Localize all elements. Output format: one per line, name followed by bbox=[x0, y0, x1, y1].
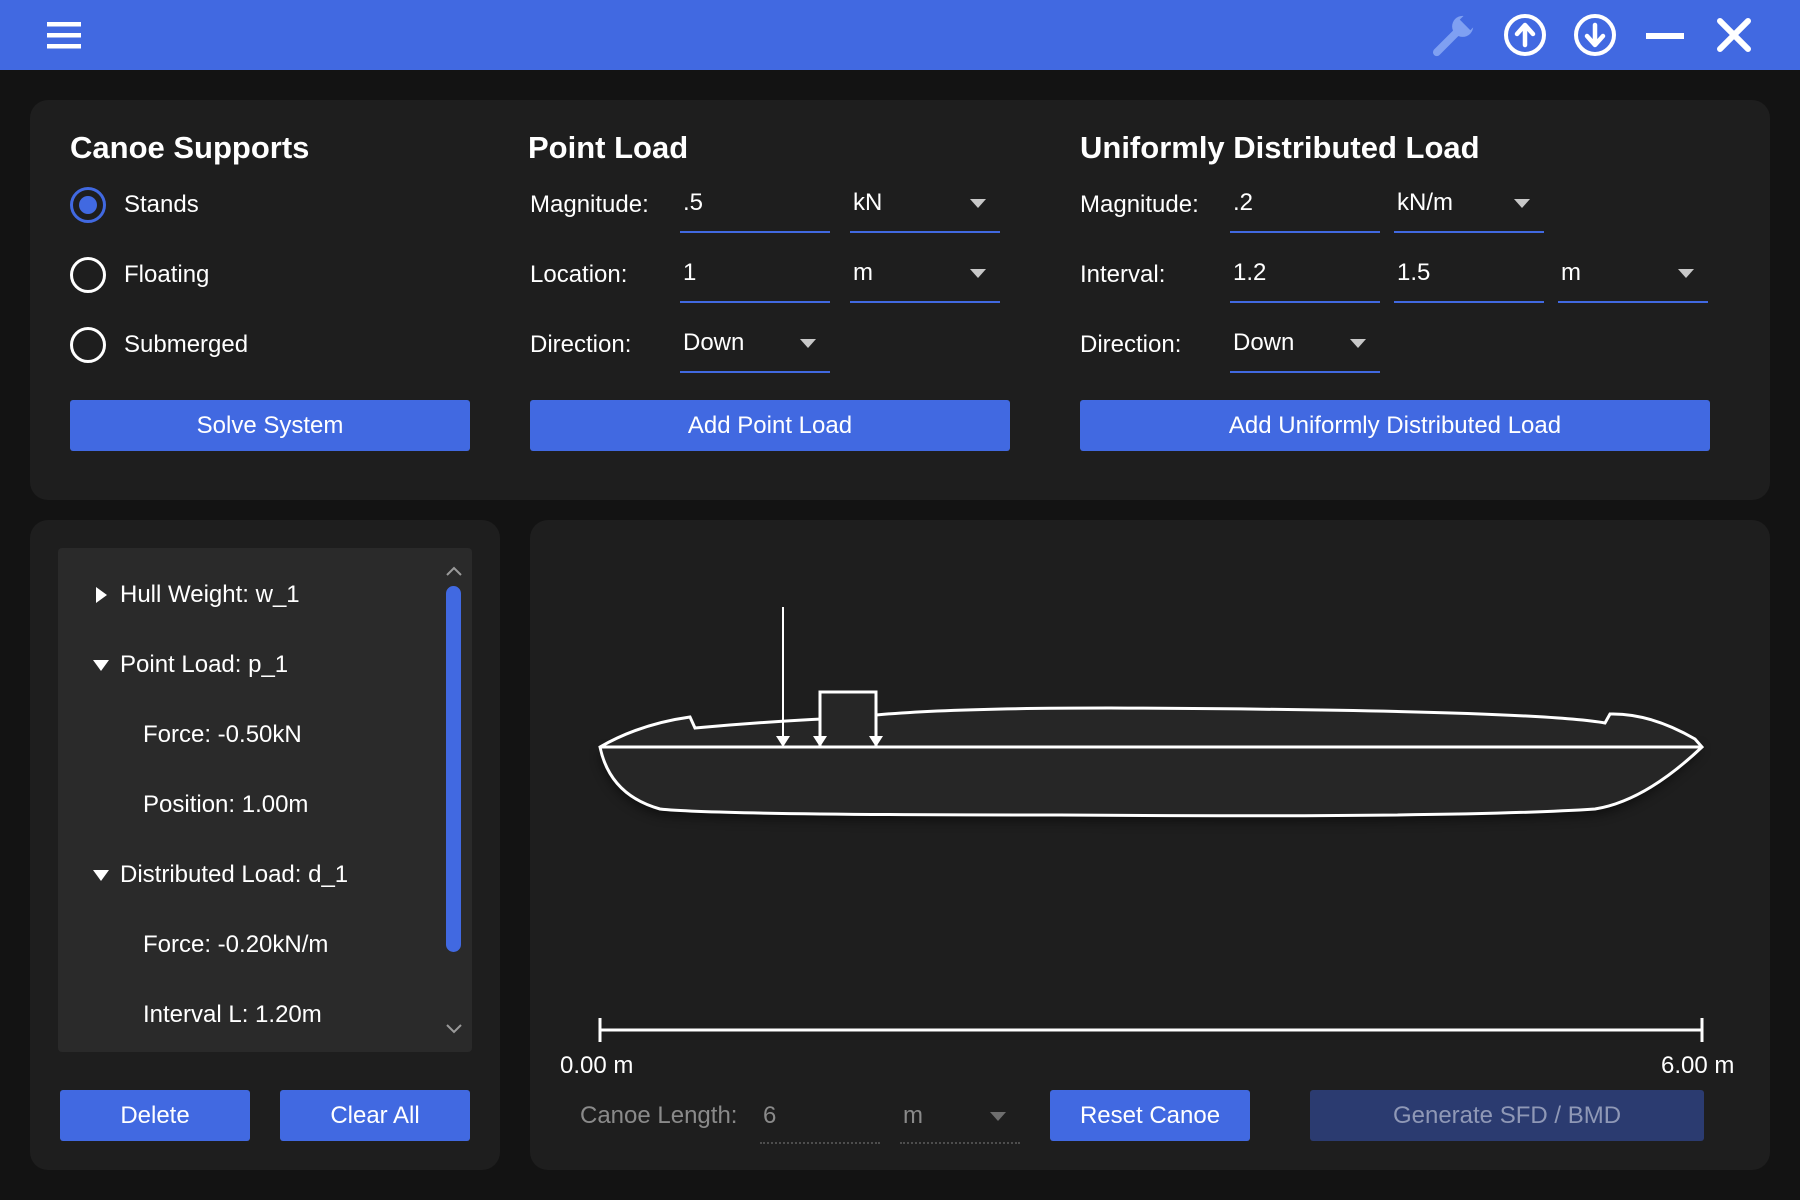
point-location-input[interactable]: 1 bbox=[680, 249, 830, 303]
canoe-length-label: Canoe Length: bbox=[580, 1102, 738, 1129]
chevron-down-icon bbox=[1514, 199, 1530, 208]
expand-arrow-icon[interactable] bbox=[96, 587, 107, 603]
add-point-load-button[interactable]: Add Point Load bbox=[530, 400, 1010, 451]
title-bar bbox=[0, 0, 1800, 70]
upload-icon[interactable] bbox=[1502, 12, 1548, 58]
chevron-down-icon bbox=[1350, 339, 1366, 348]
stands-radio[interactable] bbox=[70, 187, 106, 223]
collapse-arrow-icon[interactable] bbox=[93, 660, 109, 671]
point-magnitude-input[interactable]: .5 bbox=[680, 179, 830, 233]
clear-all-button[interactable]: Clear All bbox=[280, 1090, 470, 1141]
tree-item-point-load[interactable]: Point Load: p_1 bbox=[120, 651, 288, 679]
scrollbar-thumb[interactable] bbox=[446, 586, 461, 952]
point-load-title: Point Load bbox=[528, 130, 689, 165]
udl-direction-select[interactable]: Down bbox=[1230, 319, 1380, 373]
chevron-down-icon bbox=[1678, 269, 1694, 278]
tree-item-udl-force[interactable]: Force: -0.20kN/m bbox=[143, 931, 328, 959]
collapse-arrow-icon[interactable] bbox=[93, 870, 109, 881]
udl-magnitude-input[interactable]: .2 bbox=[1230, 179, 1380, 233]
generate-sfd-bmd-button: Generate SFD / BMD bbox=[1310, 1090, 1704, 1141]
canoe-hull bbox=[598, 706, 1705, 818]
scale-start-label: 0.00 m bbox=[560, 1052, 634, 1079]
chevron-down-icon bbox=[990, 1112, 1006, 1121]
tree-item-point-force[interactable]: Force: -0.50kN bbox=[143, 721, 302, 749]
canoe-diagram bbox=[598, 607, 1705, 1042]
chevron-down-icon bbox=[800, 339, 816, 348]
download-icon[interactable] bbox=[1572, 12, 1618, 58]
add-udl-button[interactable]: Add Uniformly Distributed Load bbox=[1080, 400, 1710, 451]
wrench-icon[interactable] bbox=[1432, 12, 1478, 58]
scroll-down-icon[interactable] bbox=[445, 1022, 463, 1040]
udl-interval-label: Interval: bbox=[1080, 261, 1166, 288]
udl-interval-start-input[interactable]: 1.2 bbox=[1230, 249, 1380, 303]
floating-label[interactable]: Floating bbox=[124, 261, 209, 289]
scale-end-label: 6.00 m bbox=[1661, 1052, 1735, 1079]
stands-label[interactable]: Stands bbox=[124, 191, 199, 219]
udl-interval-unit-select[interactable]: m bbox=[1558, 249, 1708, 303]
tree-item-point-position[interactable]: Position: 1.00m bbox=[143, 791, 308, 819]
load-tree[interactable]: Hull Weight: w_1 Point Load: p_1 Force: … bbox=[58, 548, 472, 1052]
chevron-down-icon bbox=[970, 269, 986, 278]
point-direction-label: Direction: bbox=[530, 331, 632, 358]
udl-block bbox=[818, 690, 878, 749]
udl-magnitude-label: Magnitude: bbox=[1080, 191, 1199, 218]
point-direction-select[interactable]: Down bbox=[680, 319, 830, 373]
tree-item-distributed-load[interactable]: Distributed Load: d_1 bbox=[120, 861, 348, 889]
point-magnitude-unit-select[interactable]: kN bbox=[850, 179, 1000, 233]
delete-button[interactable]: Delete bbox=[60, 1090, 250, 1141]
point-location-unit-select[interactable]: m bbox=[850, 249, 1000, 303]
udl-title: Uniformly Distributed Load bbox=[1080, 130, 1480, 165]
point-location-label: Location: bbox=[530, 261, 628, 288]
udl-magnitude-unit-select[interactable]: kN/m bbox=[1394, 179, 1544, 233]
point-magnitude-label: Magnitude: bbox=[530, 191, 649, 218]
canoe-length-input: 6 bbox=[760, 1090, 880, 1144]
submerged-radio[interactable] bbox=[70, 327, 106, 363]
tree-item-udl-interval[interactable]: Interval L: 1.20m bbox=[143, 1001, 322, 1029]
reset-canoe-button[interactable]: Reset Canoe bbox=[1050, 1090, 1250, 1141]
udl-interval-end-input[interactable]: 1.5 bbox=[1394, 249, 1544, 303]
canoe-length-unit-select: m bbox=[900, 1090, 1020, 1144]
submerged-label[interactable]: Submerged bbox=[124, 331, 248, 359]
udl-direction-label: Direction: bbox=[1080, 331, 1182, 358]
floating-radio[interactable] bbox=[70, 257, 106, 293]
solve-system-button[interactable]: Solve System bbox=[70, 400, 470, 451]
supports-title: Canoe Supports bbox=[70, 130, 310, 165]
chevron-down-icon bbox=[970, 199, 986, 208]
close-icon[interactable] bbox=[1711, 12, 1757, 58]
scroll-up-icon[interactable] bbox=[445, 564, 463, 582]
tree-item-hull-weight[interactable]: Hull Weight: w_1 bbox=[120, 581, 300, 609]
menu-icon[interactable] bbox=[42, 12, 88, 58]
minimize-icon[interactable] bbox=[1642, 12, 1688, 58]
